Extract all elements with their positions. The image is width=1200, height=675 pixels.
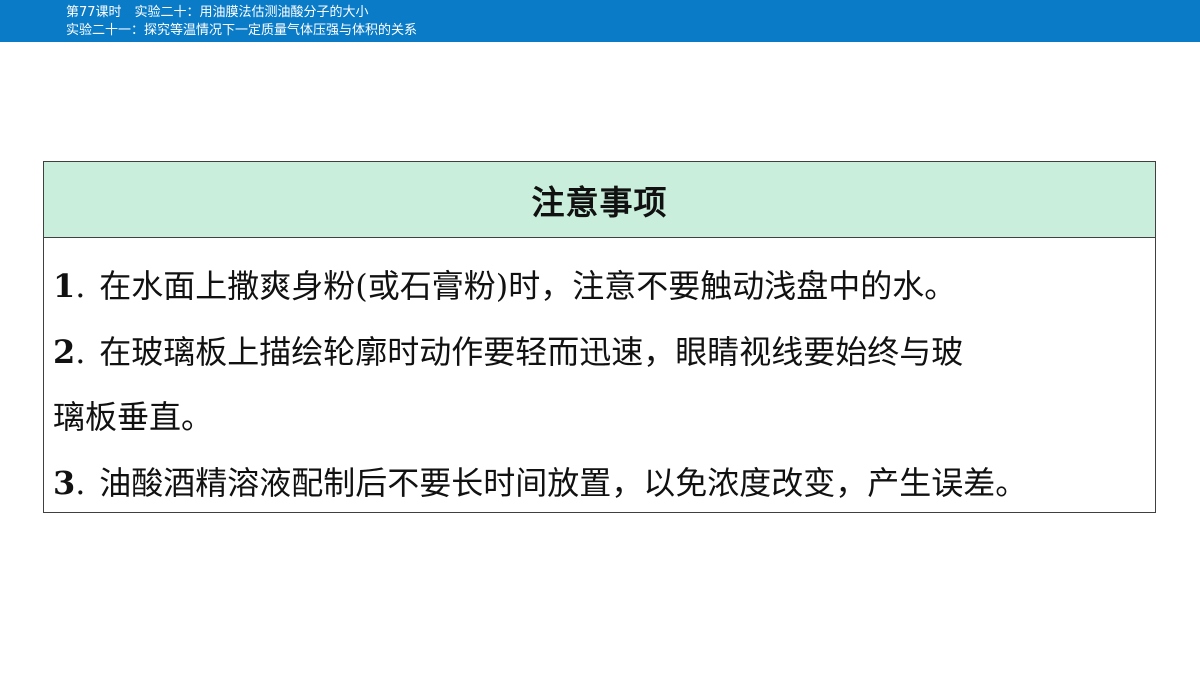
notes-table-header: 注意事项 bbox=[44, 162, 1155, 238]
note-text: 在玻璃板上描绘轮廓时动作要轻而迅速，眼睛视线要始终与玻 bbox=[99, 333, 964, 371]
header-bar: 第77课时 实验二十：用油膜法估测油酸分子的大小 实验二十一：探究等温情况下一定… bbox=[0, 0, 1200, 42]
note-number-dot: . bbox=[75, 333, 86, 371]
note-text: 油酸酒精溶液配制后不要长时间放置，以免浓度改变，产生误差。 bbox=[99, 464, 1028, 502]
note-text: 在水面上撒爽身粉(或石膏粉)时，注意不要触动浅盘中的水。 bbox=[99, 267, 957, 305]
note-item-1: 1. 在水面上撒爽身粉(或石膏粉)时，注意不要触动浅盘中的水。 bbox=[53, 268, 1147, 304]
note-number-dot: . bbox=[75, 464, 86, 502]
notes-title: 注意事项 bbox=[531, 182, 668, 222]
notes-table: 注意事项 1. 在水面上撒爽身粉(或石膏粉)时，注意不要触动浅盘中的水。 2. 在玻… bbox=[43, 161, 1156, 513]
note-item-2: 2. 在玻璃板上描绘轮廓时动作要轻而迅速，眼睛视线要始终与玻 bbox=[53, 334, 1147, 370]
note-number-dot: . bbox=[75, 267, 86, 305]
note-item-3: 3. 油酸酒精溶液配制后不要长时间放置，以免浓度改变，产生误差。 bbox=[53, 465, 1147, 501]
header-title-line-2: 实验二十一：探究等温情况下一定质量气体压强与体积的关系 bbox=[66, 23, 418, 38]
note-number: 2 bbox=[53, 333, 76, 371]
notes-table-body: 1. 在水面上撒爽身粉(或石膏粉)时，注意不要触动浅盘中的水。 2. 在玻璃板上描绘… bbox=[44, 238, 1155, 512]
note-number: 3 bbox=[53, 464, 76, 502]
header-title-line-1: 第77课时 实验二十：用油膜法估测油酸分子的大小 bbox=[66, 5, 369, 20]
note-item-2-continuation: 璃板垂直。 bbox=[53, 398, 214, 436]
note-number: 1 bbox=[53, 267, 76, 305]
